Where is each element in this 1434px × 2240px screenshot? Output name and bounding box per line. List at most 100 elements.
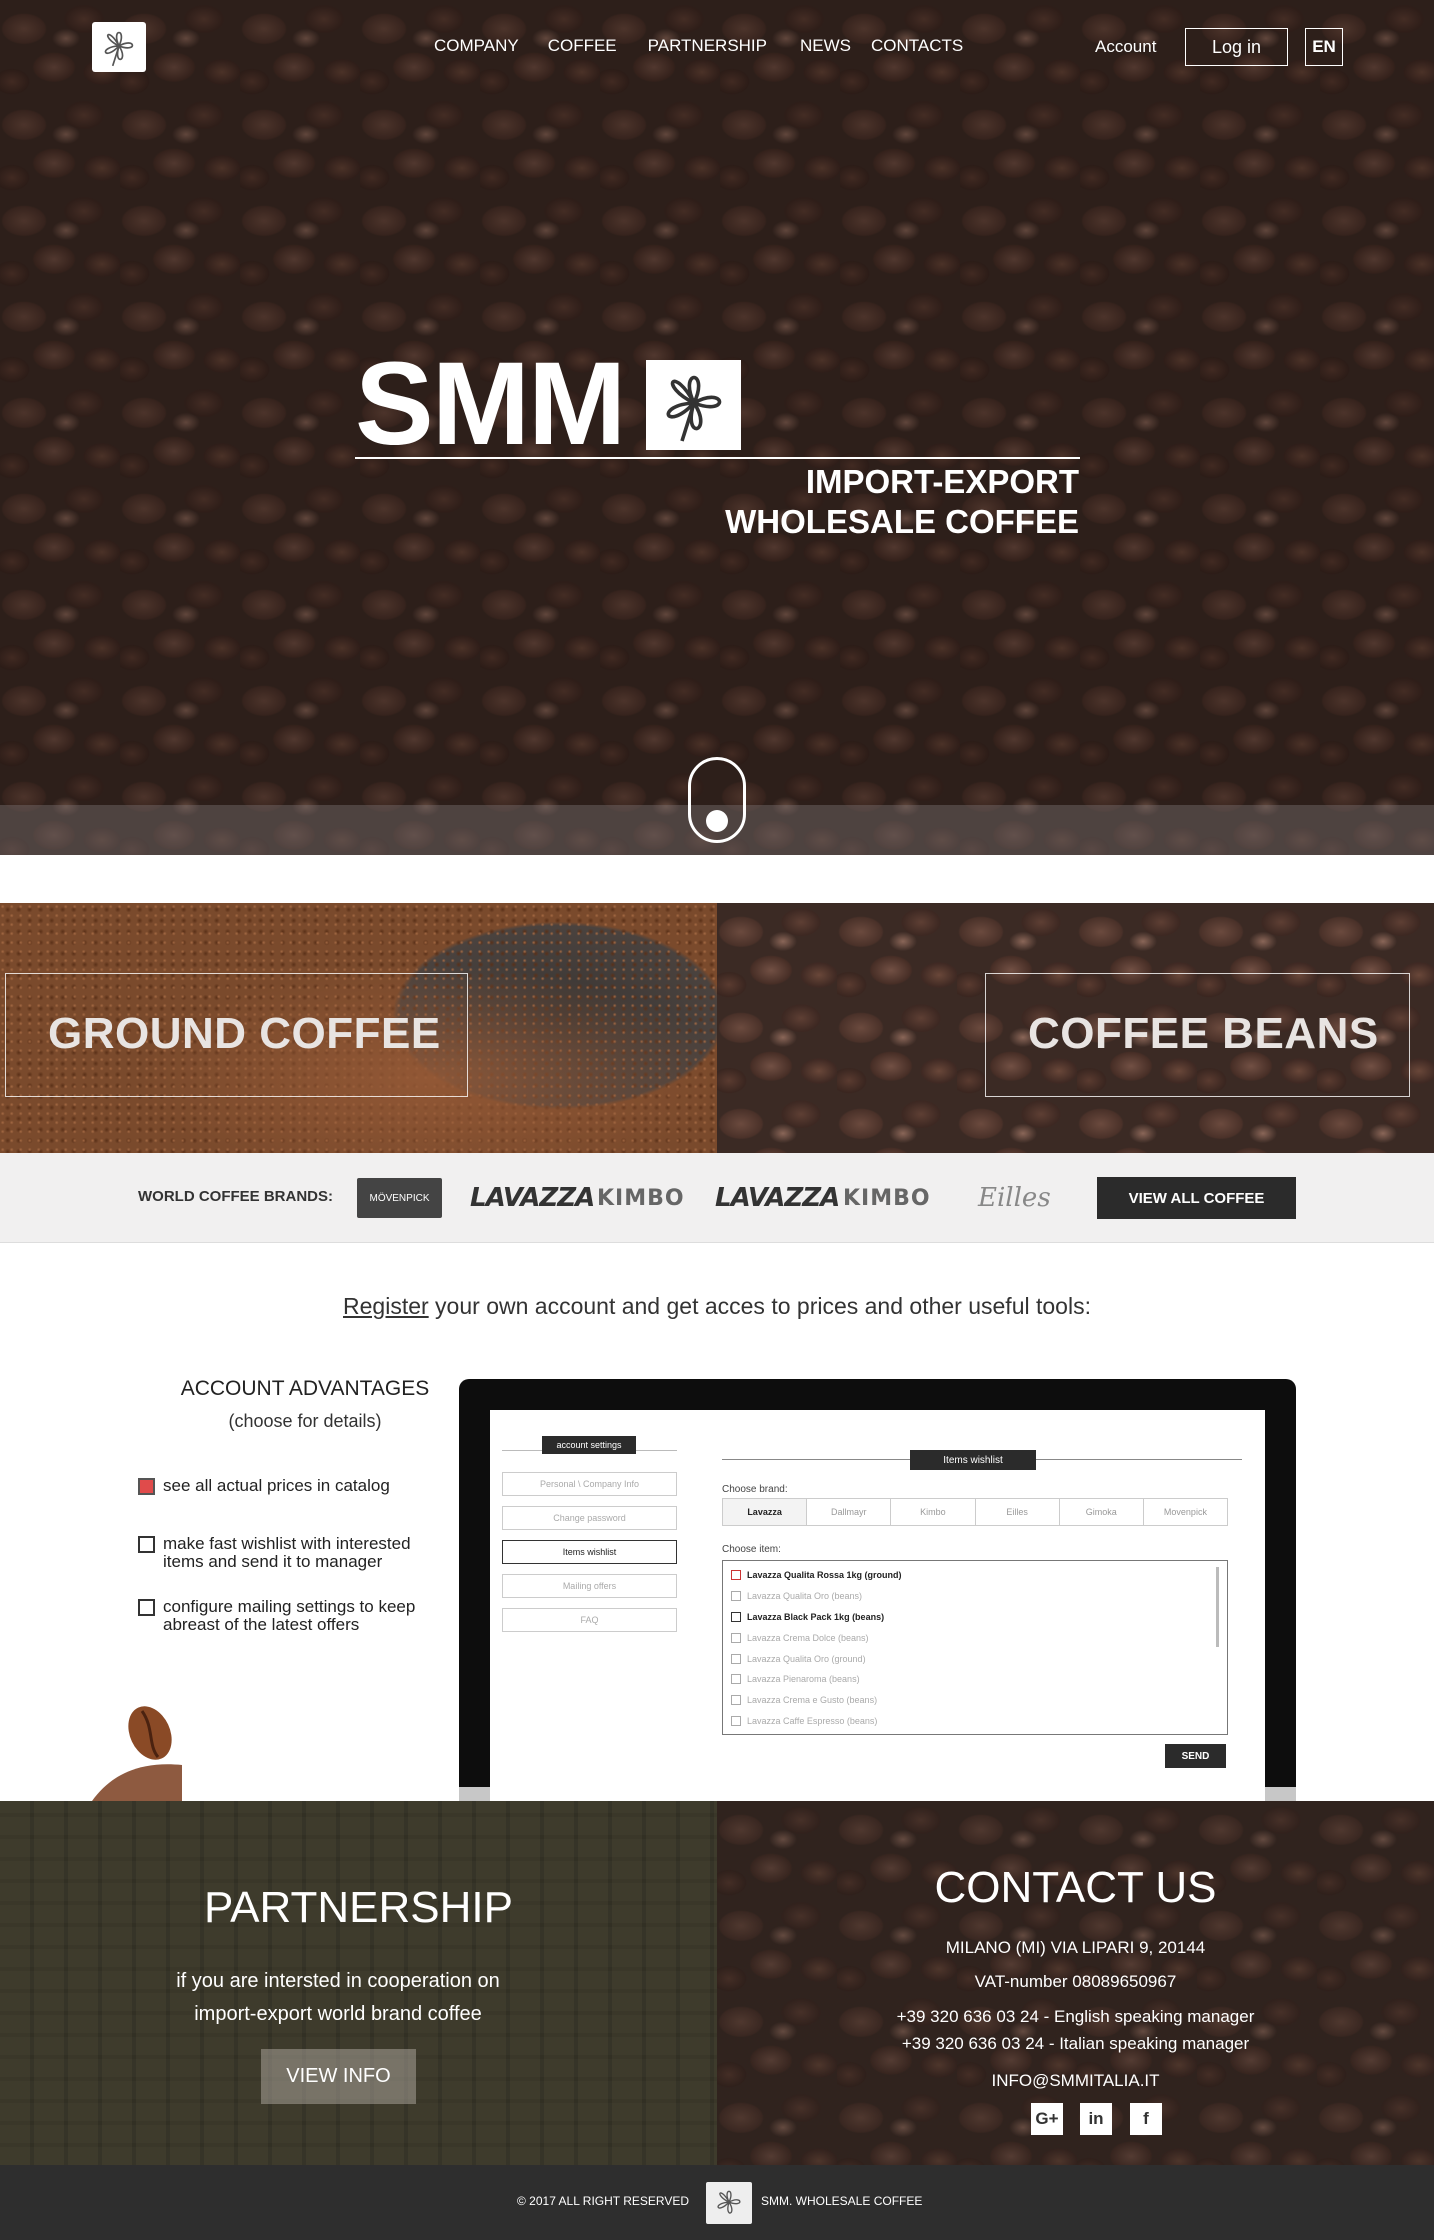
falling-bean-illustration — [92, 1706, 182, 1801]
facebook-icon[interactable]: f — [1130, 2103, 1162, 2135]
contact-phone-it[interactable]: +39 320 636 03 24 - Italian speaking man… — [717, 2034, 1434, 2054]
contact-address: MILANO (MI) VIA LIPARI 9, 20144 — [945, 1938, 1206, 1957]
list-item: Lavazza Black Pack 1kg (beans) — [731, 1607, 1219, 1628]
brand-logo-kimbo[interactable]: KIMBO — [597, 1178, 685, 1218]
account-link[interactable]: Account — [1095, 37, 1185, 57]
main-nav: COMPANY COFFEE PARTNERSHIP NEWS CONTACTS — [434, 36, 963, 56]
flower-logo-icon — [717, 2190, 741, 2214]
partnership-text: if you are intersted in cooperation on i… — [176, 1970, 500, 2025]
laptop-screen: account settings Personal \ Company Info… — [490, 1410, 1265, 1801]
item-checkbox — [731, 1695, 741, 1706]
hero-tagline: IMPORT-EXPORT WHOLESALE COFFEE — [725, 462, 1079, 542]
item-checkbox — [731, 1611, 741, 1622]
advantage-checkbox[interactable] — [138, 1478, 155, 1495]
nav-coffee[interactable]: COFFEE — [548, 36, 617, 56]
contact-vat: VAT-number 08089650967 — [974, 1972, 1177, 1991]
account-preview-laptop: account settings Personal \ Company Info… — [459, 1379, 1296, 1801]
language-selector[interactable]: EN — [1305, 28, 1343, 66]
laptop-base — [1265, 1787, 1296, 1801]
google-plus-icon[interactable]: G+ — [1031, 2103, 1063, 2135]
nav-contacts[interactable]: CONTACTS — [871, 36, 963, 56]
advantage-item[interactable]: make fast wishlist with interested items… — [138, 1535, 448, 1571]
brand-logo-kimbo[interactable]: KIMBO — [843, 1178, 931, 1218]
brand-logo-lavazza[interactable]: LAVAZZA — [470, 1178, 595, 1218]
register-link[interactable]: Register — [343, 1293, 429, 1319]
settings-title: account settings — [542, 1436, 636, 1454]
tagline-line-2: WHOLESALE COFFEE — [725, 503, 1079, 540]
items-scrollbar — [1216, 1567, 1219, 1647]
footer: © 2017 ALL RIGHT RESERVED SMM. WHOLESALE… — [0, 2165, 1434, 2240]
scroll-dot — [706, 810, 728, 832]
choose-item-label: Choose item: — [722, 1544, 781, 1555]
scroll-down-indicator[interactable] — [688, 757, 746, 843]
laptop-base — [459, 1787, 490, 1801]
brand-tab: Movenpick — [1163, 1507, 1207, 1517]
contact-email[interactable]: INFO@SMMITALIA.IT — [717, 2071, 1434, 2091]
brand-tabs: Lavazza Dallmayr Kimbo Eilles Gimoka Mov… — [722, 1498, 1228, 1526]
coffee-beans-label: COFFEE BEANS — [1028, 1009, 1379, 1058]
brand-logo-lavazza[interactable]: LAVAZZA — [715, 1178, 840, 1218]
brand-tab: Gimoka — [1060, 1499, 1144, 1525]
nav-company[interactable]: COMPANY — [434, 36, 519, 56]
brand-tab: Dallmayr — [807, 1499, 892, 1525]
view-info-button[interactable]: VIEW INFO — [261, 2049, 416, 2104]
hero-brand-name: SMM — [355, 338, 626, 470]
advantages-title: ACCOUNT ADVANTAGES — [180, 1377, 430, 1400]
advantage-item[interactable]: configure mailing settings to keep abrea… — [138, 1598, 448, 1634]
register-section: Register your own account and get acces … — [0, 1243, 1434, 1801]
brand-tab: Eilles — [976, 1499, 1060, 1525]
advantage-label: configure mailing settings to keep abrea… — [163, 1597, 416, 1634]
item-checkbox — [731, 1591, 741, 1602]
advantages-subtitle: (choose for details) — [228, 1411, 382, 1431]
advantage-checkbox[interactable] — [138, 1536, 155, 1553]
brand-logo-movenpick[interactable]: MÖVENPICK — [357, 1178, 442, 1218]
wishlist-title: Items wishlist — [910, 1450, 1036, 1470]
footer-brand: SMM. WHOLESALE COFFEE — [761, 2194, 923, 2208]
list-item: Lavazza Crema Dolce (beans) — [731, 1627, 1219, 1648]
hero-flower-logo — [646, 360, 741, 450]
item-label: Lavazza Crema Dolce (beans) — [747, 1632, 869, 1643]
contact-phone-en[interactable]: +39 320 636 03 24 - English speaking man… — [717, 2007, 1434, 2027]
item-label: Lavazza Caffe Espresso (beans) — [747, 1715, 878, 1726]
brand-logo-eilles[interactable]: Eilles — [978, 1178, 1051, 1218]
settings-menu-item: Personal \ Company Info — [502, 1472, 677, 1496]
brand-tab: Kimbo — [891, 1499, 976, 1525]
advantage-label: see all actual prices in catalog — [163, 1476, 390, 1495]
linkedin-icon[interactable]: in — [1080, 2103, 1112, 2135]
partnership-section: PARTNERSHIP if you are intersted in coop… — [0, 1801, 717, 2165]
ground-coffee-label: GROUND COFFEE — [48, 1009, 441, 1058]
item-label: Lavazza Qualita Oro (beans) — [747, 1591, 863, 1602]
advantage-checkbox[interactable] — [138, 1599, 155, 1616]
list-item: Lavazza Pienaroma (beans) — [731, 1669, 1219, 1690]
item-checkbox — [731, 1632, 741, 1643]
list-item: Lavazza Qualita Oro (beans) — [731, 1586, 1219, 1607]
item-checkbox — [731, 1653, 741, 1664]
view-all-coffee-button[interactable]: VIEW ALL COFFEE — [1097, 1177, 1296, 1219]
item-label: Lavazza Qualita Oro (ground) — [747, 1653, 866, 1664]
flower-logo-icon — [666, 375, 721, 442]
footer-copyright: © 2017 ALL RIGHT RESERVED — [517, 2194, 690, 2208]
item-label: Lavazza Qualita Rossa 1kg (ground) — [747, 1570, 902, 1581]
list-item: Lavazza Qualita Oro (ground) — [731, 1648, 1219, 1669]
item-checkbox — [731, 1715, 741, 1726]
hero-divider — [355, 457, 1080, 459]
send-button-preview: SEND — [1165, 1744, 1226, 1768]
login-button[interactable]: Log in — [1185, 28, 1288, 66]
items-list: Lavazza Qualita Rossa 1kg (ground) Lavaz… — [722, 1560, 1228, 1735]
nav-news[interactable]: NEWS — [800, 36, 851, 56]
settings-menu-item: Change password — [502, 1506, 677, 1530]
item-label: Lavazza Pienaroma (beans) — [747, 1674, 860, 1685]
brands-bar: WORLD COFFEE BRANDS: MÖVENPICK LAVAZZA K… — [0, 1153, 1434, 1243]
settings-menu-item: Mailing offers — [502, 1574, 677, 1598]
site-logo[interactable] — [92, 22, 146, 72]
list-item: Lavazza Qualita Rossa 1kg (ground) — [731, 1565, 1219, 1586]
settings-menu-item: FAQ — [502, 1608, 677, 1632]
item-checkbox — [731, 1570, 741, 1581]
hero-section: COMPANY COFFEE PARTNERSHIP NEWS CONTACTS… — [0, 0, 1434, 855]
coffee-beans-tile[interactable]: COFFEE BEANS — [717, 903, 1434, 1153]
nav-partnership[interactable]: PARTNERSHIP — [648, 36, 767, 56]
ground-coffee-tile[interactable]: GROUND COFFEE — [0, 903, 717, 1153]
advantage-item[interactable]: see all actual prices in catalog — [138, 1477, 448, 1495]
advantage-label: make fast wishlist with interested items… — [163, 1534, 411, 1571]
partnership-title: PARTNERSHIP — [204, 1883, 513, 1932]
